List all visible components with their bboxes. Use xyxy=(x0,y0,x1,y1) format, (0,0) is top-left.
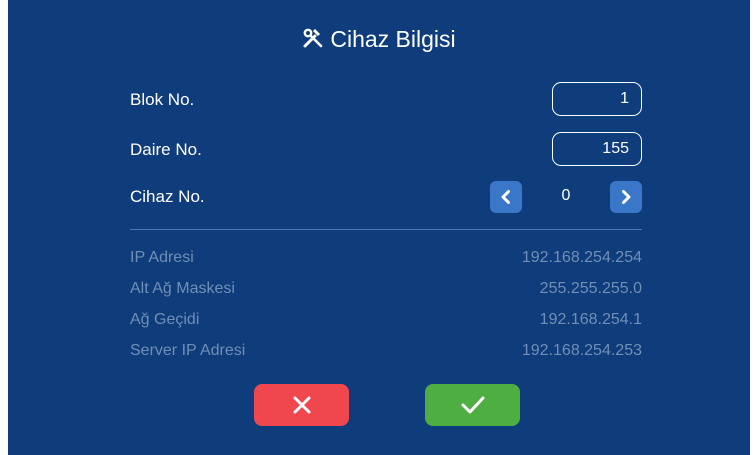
block-no-label: Blok No. xyxy=(130,90,195,109)
increment-button[interactable] xyxy=(610,181,642,213)
chevron-left-icon xyxy=(501,190,510,204)
network-row-subnet: Alt Ağ Maskesi 255.255.255.0 xyxy=(130,276,642,304)
gateway-label: Ağ Geçidi xyxy=(130,311,200,328)
subnet-mask-label: Alt Ağ Maskesi xyxy=(130,280,235,297)
server-ip-label: Server IP Adresi xyxy=(130,342,246,359)
tools-icon xyxy=(302,27,324,55)
device-no-value: 0 xyxy=(561,187,571,204)
cancel-button[interactable] xyxy=(254,384,349,426)
dialog-title-text: Cihaz Bilgisi xyxy=(330,26,456,52)
ip-address-value: 192.168.254.254 xyxy=(521,249,642,266)
close-icon xyxy=(293,396,310,414)
network-row-server-ip: Server IP Adresi 192.168.254.253 xyxy=(130,338,642,366)
device-no-label: Cihaz No. xyxy=(130,187,205,206)
divider xyxy=(130,229,642,230)
check-icon xyxy=(461,396,484,414)
decrement-button[interactable] xyxy=(490,181,522,213)
apartment-no-field[interactable]: 155 xyxy=(552,132,642,166)
network-row-ip: IP Adresi 192.168.254.254 xyxy=(130,245,642,273)
server-ip-value: 192.168.254.253 xyxy=(521,342,642,359)
gateway-value: 192.168.254.1 xyxy=(539,311,642,328)
subnet-mask-value: 255.255.255.0 xyxy=(539,280,642,297)
chevron-right-icon xyxy=(622,190,631,204)
apartment-no-label: Daire No. xyxy=(130,140,202,159)
device-info-screen: Cihaz Bilgisi Blok No. 1 Daire No. 155 C… xyxy=(8,0,750,455)
device-no-stepper: 0 xyxy=(490,179,642,215)
ip-address-label: IP Adresi xyxy=(130,249,194,266)
row-block-no: Blok No. 1 xyxy=(130,82,642,118)
confirm-button[interactable] xyxy=(425,384,520,426)
block-no-field[interactable]: 1 xyxy=(552,82,642,116)
row-device-no: Cihaz No. 0 xyxy=(130,179,642,215)
row-apartment-no: Daire No. 155 xyxy=(130,132,642,168)
network-row-gateway: Ağ Geçidi 192.168.254.1 xyxy=(130,307,642,335)
dialog-title: Cihaz Bilgisi xyxy=(8,26,750,55)
